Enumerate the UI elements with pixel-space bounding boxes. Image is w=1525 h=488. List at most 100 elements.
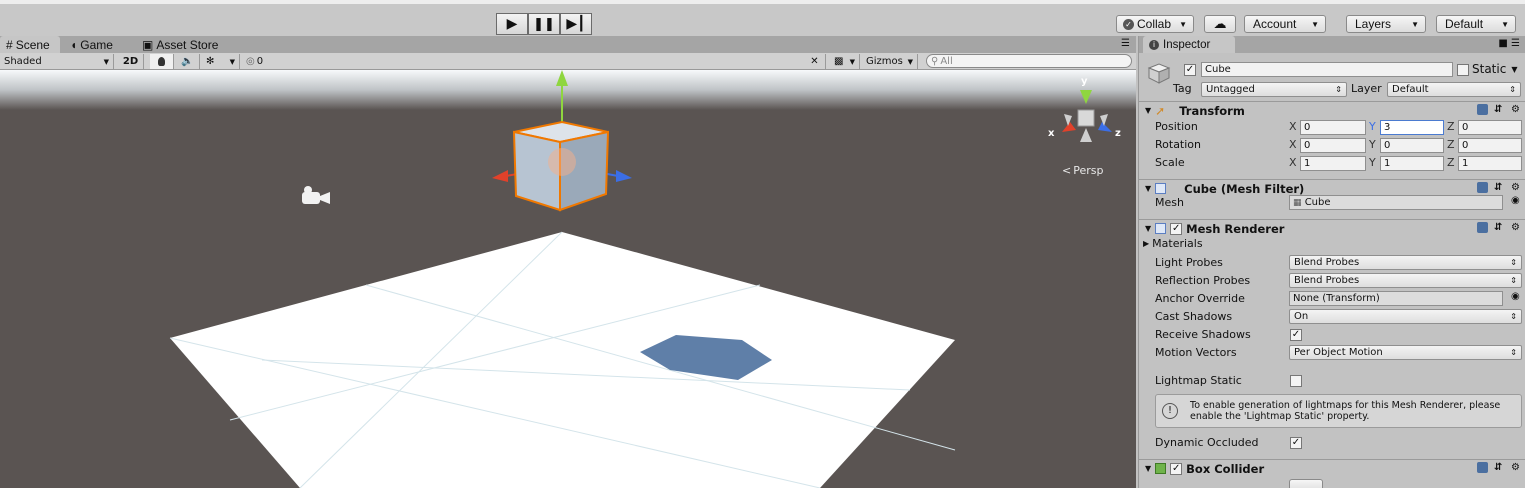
rotation-z-field[interactable]: 0 (1458, 138, 1522, 153)
hidden-objects-toggle[interactable]: ◎ 0 (242, 54, 272, 69)
mesh-renderer-enabled-checkbox[interactable]: ✓ (1170, 222, 1183, 235)
rotation-z-value: 0 (1462, 140, 1469, 151)
arrow-up-icon[interactable] (556, 70, 568, 86)
scale-z-field[interactable]: 1 (1458, 156, 1522, 171)
help-book-icon[interactable] (1477, 104, 1488, 115)
checkmark-icon: ✓ (1123, 18, 1134, 30)
help-book-icon[interactable] (1477, 222, 1488, 233)
rotation-y-field[interactable]: 0 (1380, 138, 1444, 153)
lighting-toggle[interactable] (150, 54, 174, 69)
box-collider-icon (1155, 463, 1167, 474)
layer-dropdown[interactable]: Default ⇕ (1387, 82, 1521, 97)
gear-icon[interactable]: ⚙ (1511, 104, 1522, 115)
shading-mode-dropdown[interactable]: Shaded ▼ (0, 54, 114, 69)
pause-button[interactable]: ❚❚ (528, 13, 560, 35)
motion-vectors-dropdown[interactable]: Per Object Motion ⇕ (1289, 345, 1522, 360)
effects-dropdown[interactable]: ✻ ▼ (202, 54, 240, 69)
tab-scene[interactable]: # Scene (0, 36, 60, 53)
anchor-override-field[interactable]: None (Transform) (1289, 291, 1503, 306)
position-z-field[interactable]: 0 (1458, 120, 1522, 135)
preset-icon[interactable]: ⇵ (1494, 462, 1505, 473)
scene-search-input[interactable]: ⚲ All (926, 54, 1132, 68)
tab-inspector[interactable]: i Inspector (1143, 36, 1235, 53)
transform-header[interactable]: ▼ ➚ Transform ⇵ ⚙ (1139, 101, 1525, 119)
edit-collider-button[interactable] (1289, 479, 1323, 488)
camera-gizmo-icon[interactable] (302, 186, 330, 204)
receive-shadows-checkbox[interactable]: ✓ (1290, 329, 1302, 341)
chevron-down-icon: ▼ (1179, 19, 1187, 29)
transform-title: Transform (1179, 103, 1245, 118)
lock-icon[interactable]: ■ ☰ (1498, 38, 1520, 49)
tools-icon: ✕ (810, 56, 819, 67)
selected-cube[interactable] (512, 120, 610, 212)
motion-vectors-value: Per Object Motion (1294, 347, 1383, 358)
gizmos-dropdown[interactable]: Gizmos ▼ (862, 54, 918, 69)
lightmap-static-checkbox[interactable] (1290, 375, 1302, 387)
inspector-panel: i Inspector ■ ☰ ✓ Cube Static ▼ Tag Unta… (1138, 36, 1525, 488)
mesh-renderer-header[interactable]: ▼ ✓ Mesh Renderer ⇵ ⚙ (1139, 219, 1525, 237)
scene-viewport[interactable]: y x z < Persp (0, 70, 1136, 488)
gear-icon[interactable]: ⚙ (1511, 182, 1522, 193)
account-label: Account (1253, 17, 1297, 31)
static-dropdown[interactable]: Static ▼ (1472, 62, 1517, 76)
tools-toggle[interactable]: ✕ (804, 54, 826, 69)
layout-label: Default (1445, 17, 1484, 31)
object-name-field[interactable]: Cube (1201, 62, 1453, 77)
scale-x-field[interactable]: 1 (1300, 156, 1366, 171)
tab-game[interactable]: ◖ Game (64, 36, 130, 53)
layout-dropdown[interactable]: Default ▼ (1436, 15, 1516, 33)
help-book-icon[interactable] (1477, 462, 1488, 473)
preset-icon[interactable]: ⇵ (1494, 182, 1505, 193)
component-header-icons: ⇵ ⚙ (1477, 182, 1522, 193)
reflection-probes-dropdown[interactable]: Blend Probes ⇕ (1289, 273, 1522, 288)
position-label: Position (1155, 120, 1198, 133)
tag-dropdown[interactable]: Untagged ⇕ (1201, 82, 1347, 97)
gear-icon[interactable]: ⚙ (1511, 222, 1522, 233)
mode-2d-toggle[interactable]: 2D (118, 54, 144, 69)
mesh-field[interactable]: ▦ Cube (1289, 195, 1503, 210)
position-y-field[interactable]: 3 (1380, 120, 1444, 135)
materials-foldout[interactable]: ▶ Materials (1143, 237, 1203, 250)
light-probes-dropdown[interactable]: Blend Probes ⇕ (1289, 255, 1522, 270)
audio-toggle[interactable]: 🔈 (176, 54, 200, 69)
panel-menu-icon[interactable]: ☰ (1121, 38, 1130, 49)
preset-icon[interactable]: ⇵ (1494, 222, 1505, 233)
camera-icon: ▩ (834, 56, 844, 67)
ground-plane[interactable] (170, 232, 955, 488)
preset-icon[interactable]: ⇵ (1494, 104, 1505, 115)
box-collider-enabled-checkbox[interactable]: ✓ (1170, 462, 1183, 475)
object-picker-icon[interactable]: ◉ (1511, 291, 1520, 302)
box-collider-header[interactable]: ▼ ✓ Box Collider ⇵ ⚙ (1139, 459, 1525, 477)
help-book-icon[interactable] (1477, 182, 1488, 193)
box-collider-title: Box Collider (1186, 461, 1265, 476)
rotation-x-value: 0 (1304, 140, 1311, 151)
updown-icon: ⇕ (1335, 85, 1342, 94)
rotation-x-field[interactable]: 0 (1300, 138, 1366, 153)
mesh-renderer-icon (1155, 223, 1167, 234)
scale-label: Scale (1155, 156, 1185, 169)
tab-asset-store[interactable]: ▣ Asset Store (136, 36, 232, 53)
axis-z-label: Z (1447, 120, 1455, 133)
camera-dropdown[interactable]: ▩ ▼ (830, 54, 860, 69)
arrow-left-icon[interactable] (492, 170, 508, 182)
layers-dropdown[interactable]: Layers ▼ (1346, 15, 1426, 33)
account-dropdown[interactable]: Account ▼ (1244, 15, 1326, 33)
active-checkbox[interactable]: ✓ (1184, 64, 1196, 76)
foldout-arrow-icon: ▼ (1145, 464, 1152, 473)
orientation-gizmo[interactable] (1062, 90, 1112, 142)
dynamic-occluded-checkbox[interactable]: ✓ (1290, 437, 1302, 449)
cast-shadows-dropdown[interactable]: On ⇕ (1289, 309, 1522, 324)
step-button[interactable]: ▶┃ (560, 13, 592, 35)
static-checkbox[interactable] (1457, 64, 1469, 76)
cloud-button[interactable]: ☁ (1204, 15, 1236, 33)
component-header-icons: ⇵ ⚙ (1477, 462, 1522, 473)
collab-button[interactable]: ✓ Collab ▼ (1116, 15, 1194, 33)
play-button[interactable]: ▶ (496, 13, 528, 35)
gear-icon[interactable]: ⚙ (1511, 462, 1522, 473)
pacman-icon: ◖ (70, 37, 78, 52)
projection-toggle[interactable]: < Persp (1062, 164, 1103, 177)
scale-y-field[interactable]: 1 (1380, 156, 1444, 171)
position-x-field[interactable]: 0 (1300, 120, 1366, 135)
arrow-right-icon[interactable] (616, 170, 632, 182)
object-picker-icon[interactable]: ◉ (1511, 195, 1520, 206)
